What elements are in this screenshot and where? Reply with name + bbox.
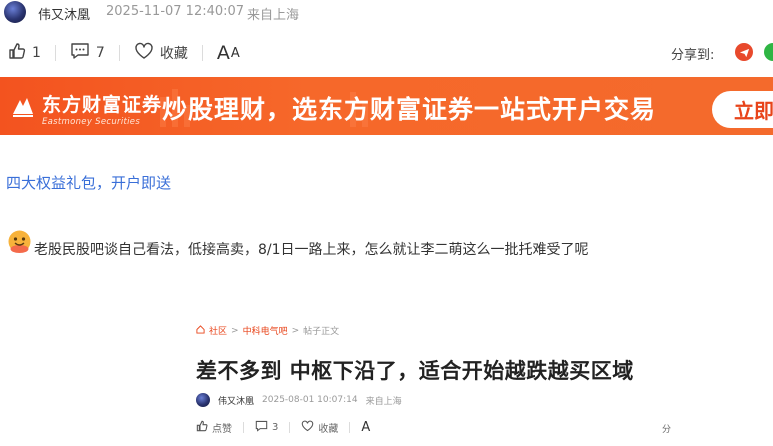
divider xyxy=(289,422,291,433)
divider xyxy=(349,422,351,433)
article-comment-count: 3 xyxy=(272,422,279,433)
emoji-icon xyxy=(7,229,32,254)
article-toolbar: 点赞 3 收藏 A xyxy=(196,420,370,435)
comment-button[interactable]: 7 xyxy=(70,42,105,64)
thumbs-up-icon xyxy=(196,420,208,435)
breadcrumb: 社区 > 中科电气吧 > 帖子正文 xyxy=(196,324,339,337)
article-like-button[interactable]: 点赞 xyxy=(196,420,232,435)
post-body: 老股民股吧谈自己看法，低接高卖，8/1日一路上来，怎么就让李二萌这么一批托难受了… xyxy=(34,242,589,258)
promo-link[interactable]: 四大权益礼包，开户即送 xyxy=(6,172,171,193)
thumbs-up-icon xyxy=(8,42,26,64)
post-timestamp: 2025-11-07 12:40:07 xyxy=(106,4,245,19)
article-timestamp: 2025-08-01 10:07:14 xyxy=(262,395,358,405)
breadcrumb-item[interactable]: 社区 xyxy=(209,324,227,337)
article-author-avatar[interactable] xyxy=(196,393,210,407)
author-name[interactable]: 伟又沐凰 xyxy=(38,4,90,23)
share-wechat-button[interactable] xyxy=(764,43,773,61)
font-size-button[interactable]: A A xyxy=(217,42,240,64)
article-like-label: 点赞 xyxy=(212,424,232,435)
comment-icon xyxy=(70,42,90,64)
like-count: 1 xyxy=(32,45,41,61)
share-weibo-button[interactable] xyxy=(735,43,753,61)
article-author[interactable]: 伟又沐凰 xyxy=(218,394,254,407)
article-favorite-button[interactable]: 收藏 xyxy=(301,420,338,435)
paper-plane-icon xyxy=(739,43,750,62)
open-account-button[interactable]: 立即 xyxy=(712,91,773,128)
article-meta: 伟又沐凰 2025-08-01 10:07:14 来自上海 xyxy=(196,393,402,407)
post-location: 来自上海 xyxy=(247,8,300,23)
article-location: 来自上海 xyxy=(365,396,402,407)
favorite-label: 收藏 xyxy=(159,46,188,62)
ad-banner[interactable]: 东方财富证券 Eastmoney Securities 炒股理财，选东方财富证券… xyxy=(0,77,773,135)
favorite-button[interactable]: 收藏 xyxy=(134,42,188,64)
brand-logo: 东方财富证券 Eastmoney Securities xyxy=(10,90,162,127)
banner-slogan: 炒股理财，选东方财富证券一站式开户交易 xyxy=(162,95,657,124)
font-size-small-glyph: A xyxy=(230,45,240,61)
brand-name-english: Eastmoney Securities xyxy=(42,117,141,127)
comment-icon xyxy=(255,420,268,435)
article-title: 差不多到 中枢下沿了，适合开始越跌越买区域 xyxy=(196,359,634,383)
brand-name: 东方财富证券 xyxy=(42,94,163,116)
breadcrumb-separator: > xyxy=(291,325,300,336)
comment-count: 7 xyxy=(95,45,105,61)
font-size-large-glyph: A xyxy=(216,42,230,64)
heart-icon xyxy=(301,420,314,435)
breadcrumb-item[interactable]: 中科电气吧 xyxy=(243,324,288,337)
font-size-glyph: A xyxy=(361,420,371,435)
heart-icon xyxy=(134,42,154,64)
home-icon xyxy=(196,324,205,337)
like-button[interactable]: 1 xyxy=(8,42,41,64)
brand-mark-icon xyxy=(10,94,36,124)
action-toolbar: 1 7 收藏 A A xyxy=(8,42,240,64)
divider xyxy=(243,422,244,433)
article-font-size-button[interactable]: A xyxy=(361,420,370,435)
breadcrumb-separator: > xyxy=(231,325,239,336)
breadcrumb-item: 帖子正文 xyxy=(303,327,340,337)
article-comment-button[interactable]: 3 xyxy=(255,420,278,435)
article-share-label: 分 xyxy=(662,425,672,435)
divider xyxy=(54,45,56,61)
author-avatar[interactable] xyxy=(4,1,26,23)
share-label: 分享到: xyxy=(671,48,715,63)
divider xyxy=(201,45,203,61)
divider xyxy=(118,45,120,61)
article-favorite-label: 收藏 xyxy=(318,424,339,435)
